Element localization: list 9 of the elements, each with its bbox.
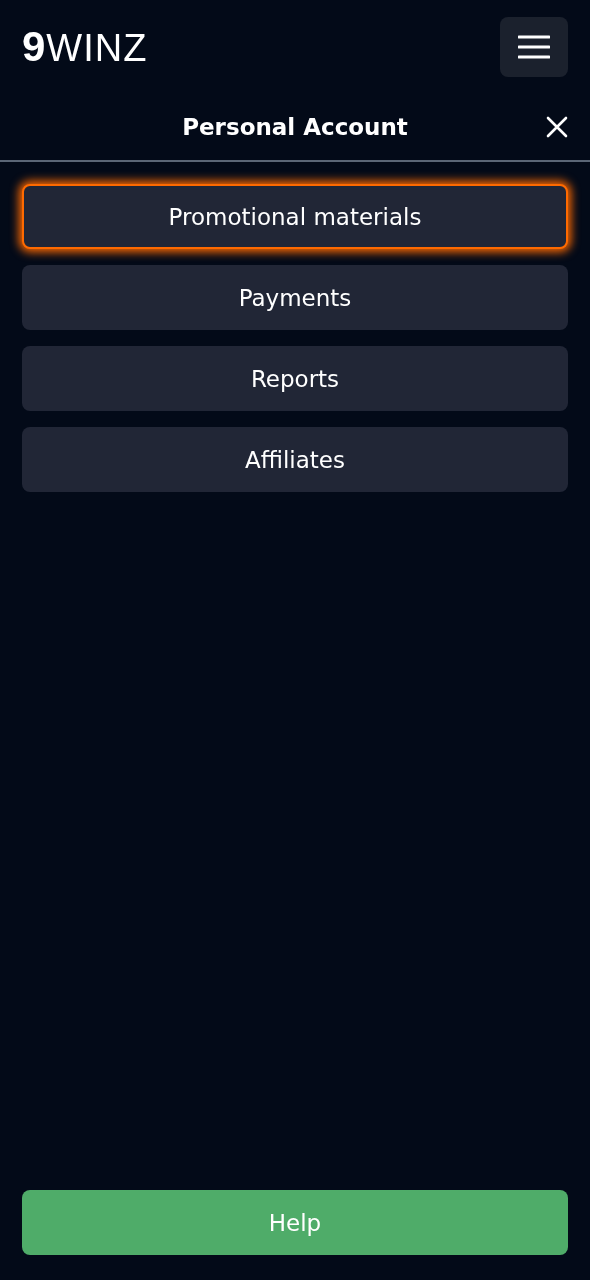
menu-button[interactable] [500,17,568,77]
menu-icon [518,35,550,59]
panel-title: Personal Account [182,114,408,140]
menu-item[interactable]: Reports [22,346,568,411]
menu-item[interactable]: Payments [22,265,568,330]
menu-item[interactable]: Affiliates [22,427,568,492]
logo[interactable]: 9WINZ [22,23,148,71]
menu-item[interactable]: Promotional materials [22,184,568,249]
close-icon[interactable] [546,116,568,138]
